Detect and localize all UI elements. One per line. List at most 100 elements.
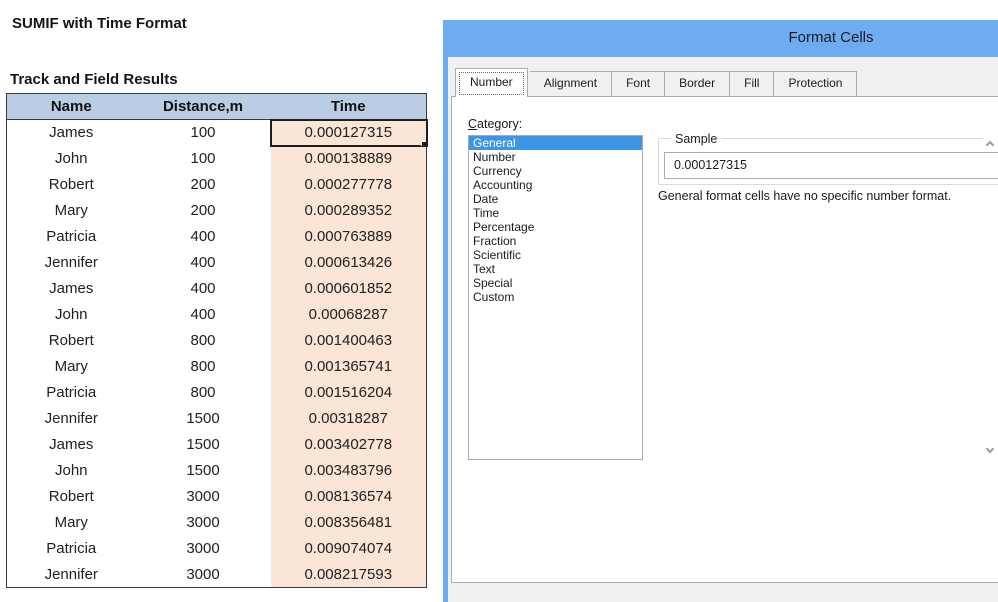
- cell[interactable]: 0.003483796: [270, 457, 427, 484]
- cell[interactable]: John: [7, 302, 136, 328]
- sample-value: 0.000127315: [674, 158, 747, 172]
- cell[interactable]: 800: [136, 380, 271, 406]
- cell[interactable]: Robert: [7, 172, 136, 198]
- cell[interactable]: 0.001400463: [270, 327, 427, 354]
- cell[interactable]: John: [7, 458, 136, 484]
- tab-border[interactable]: Border: [665, 71, 731, 97]
- cell[interactable]: 800: [136, 328, 271, 354]
- selected-cell[interactable]: 0.000127315: [269, 118, 428, 147]
- cell[interactable]: James: [7, 120, 136, 146]
- cell[interactable]: 0.000613426: [270, 249, 427, 276]
- table-row: Patricia 800 0.001516204: [7, 379, 427, 406]
- cell[interactable]: 0.00068287: [270, 301, 427, 328]
- cell[interactable]: Patricia: [7, 380, 136, 406]
- table-row: James 1500 0.003402778: [7, 431, 427, 458]
- cell[interactable]: Jennifer: [7, 250, 136, 276]
- table-row: Jennifer 1500 0.00318287: [7, 405, 427, 432]
- cell[interactable]: 1500: [136, 458, 271, 484]
- screen: SUMIF with Time Format Track and Field R…: [0, 0, 998, 602]
- tab-fill[interactable]: Fill: [730, 71, 775, 97]
- category-item-time[interactable]: Time: [469, 206, 642, 220]
- cell[interactable]: 100: [136, 146, 271, 172]
- cell[interactable]: 0.008356481: [270, 509, 427, 536]
- tab-alignment[interactable]: Alignment: [529, 71, 613, 97]
- category-item-currency[interactable]: Currency: [469, 164, 642, 178]
- results-table-body: James 100 0.000127315 John 100 0.000138889 Rob…: [7, 118, 428, 588]
- cell[interactable]: James: [7, 432, 136, 458]
- dialog-titlebar[interactable]: Format Cells: [448, 20, 998, 57]
- cell[interactable]: 0.008217593: [270, 561, 427, 588]
- cell[interactable]: 200: [136, 198, 271, 224]
- dialog-title: Format Cells: [788, 29, 874, 46]
- cell[interactable]: 0.000277778: [270, 171, 427, 198]
- cell[interactable]: Mary: [7, 198, 136, 224]
- cell[interactable]: Patricia: [7, 536, 136, 562]
- cell[interactable]: James: [7, 276, 136, 302]
- cell[interactable]: 0.009074074: [270, 535, 427, 562]
- category-item-special[interactable]: Special: [469, 276, 642, 290]
- tab-strip: Number Alignment Font Border Fill Protection: [455, 68, 858, 97]
- cell[interactable]: Jennifer: [7, 406, 136, 432]
- listbox-scroll-up[interactable]: [983, 136, 998, 151]
- column-header-distance-m[interactable]: Distance,m: [135, 93, 271, 120]
- cell[interactable]: 0.000138889: [270, 145, 427, 172]
- category-label: Category:: [468, 117, 523, 131]
- tab-number[interactable]: Number: [455, 68, 528, 97]
- category-item-custom[interactable]: Custom: [469, 290, 642, 304]
- table-row: John 100 0.000138889: [7, 145, 427, 172]
- sheet-title: SUMIF with Time Format: [12, 15, 187, 32]
- category-item-percentage[interactable]: Percentage: [469, 220, 642, 234]
- results-table-head-row: Name Distance,m Time: [6, 93, 427, 120]
- category-item-general[interactable]: General: [469, 136, 642, 150]
- cell[interactable]: 3000: [136, 562, 271, 588]
- table-row: Jennifer 400 0.000613426: [7, 249, 427, 276]
- cell[interactable]: Patricia: [7, 224, 136, 250]
- cell[interactable]: 400: [136, 250, 271, 276]
- category-item-number[interactable]: Number: [469, 150, 642, 164]
- cell[interactable]: Mary: [7, 354, 136, 380]
- cell[interactable]: 200: [136, 172, 271, 198]
- table-row: James 100 0.000127315: [7, 118, 428, 147]
- table-row: Mary 800 0.001365741: [7, 353, 427, 380]
- cell[interactable]: 0.001516204: [270, 379, 427, 406]
- cell[interactable]: 0.000763889: [270, 223, 427, 250]
- tab-protection[interactable]: Protection: [774, 71, 858, 97]
- cell[interactable]: 0.000289352: [270, 197, 427, 224]
- cell[interactable]: 3000: [136, 536, 271, 562]
- cell[interactable]: Mary: [7, 510, 136, 536]
- cell[interactable]: John: [7, 146, 136, 172]
- column-header-time[interactable]: Time: [270, 93, 427, 120]
- cell[interactable]: 100: [136, 120, 271, 146]
- cell[interactable]: 400: [136, 224, 271, 250]
- category-item-text[interactable]: Text: [469, 262, 642, 276]
- cell[interactable]: 0.000601852: [270, 275, 427, 302]
- cell[interactable]: 3000: [136, 484, 271, 510]
- listbox-scroll-down[interactable]: [983, 444, 998, 459]
- column-header-name[interactable]: Name: [6, 93, 136, 120]
- category-item-date[interactable]: Date: [469, 192, 642, 206]
- cell[interactable]: 3000: [136, 510, 271, 536]
- cell[interactable]: 0.003402778: [270, 431, 427, 458]
- cell[interactable]: 400: [136, 276, 271, 302]
- table-row: Robert 200 0.000277778: [7, 171, 427, 198]
- tab-font[interactable]: Font: [612, 71, 666, 97]
- cell[interactable]: 800: [136, 354, 271, 380]
- cell[interactable]: Robert: [7, 484, 136, 510]
- cell[interactable]: 1500: [136, 432, 271, 458]
- category-listbox[interactable]: General Number Currency Accounting Date Time P…: [468, 135, 643, 460]
- cell[interactable]: 0.008136574: [270, 483, 427, 510]
- category-item-fraction[interactable]: Fraction: [469, 234, 642, 248]
- cell[interactable]: Robert: [7, 328, 136, 354]
- category-item-scientific[interactable]: Scientific: [469, 248, 642, 262]
- table-row: John 400 0.00068287: [7, 301, 427, 328]
- cell[interactable]: Jennifer: [7, 562, 136, 588]
- sample-group-label: Sample: [671, 132, 722, 146]
- category-item-accounting[interactable]: Accounting: [469, 178, 642, 192]
- cell[interactable]: 400: [136, 302, 271, 328]
- sample-groupbox: Sample 0.000127315: [658, 132, 998, 185]
- table-row: Mary 200 0.000289352: [7, 197, 427, 224]
- cell[interactable]: 0.001365741: [270, 353, 427, 380]
- cell[interactable]: 1500: [136, 406, 271, 432]
- cell[interactable]: 0.00318287: [270, 405, 427, 432]
- table-row: James 400 0.000601852: [7, 275, 427, 302]
